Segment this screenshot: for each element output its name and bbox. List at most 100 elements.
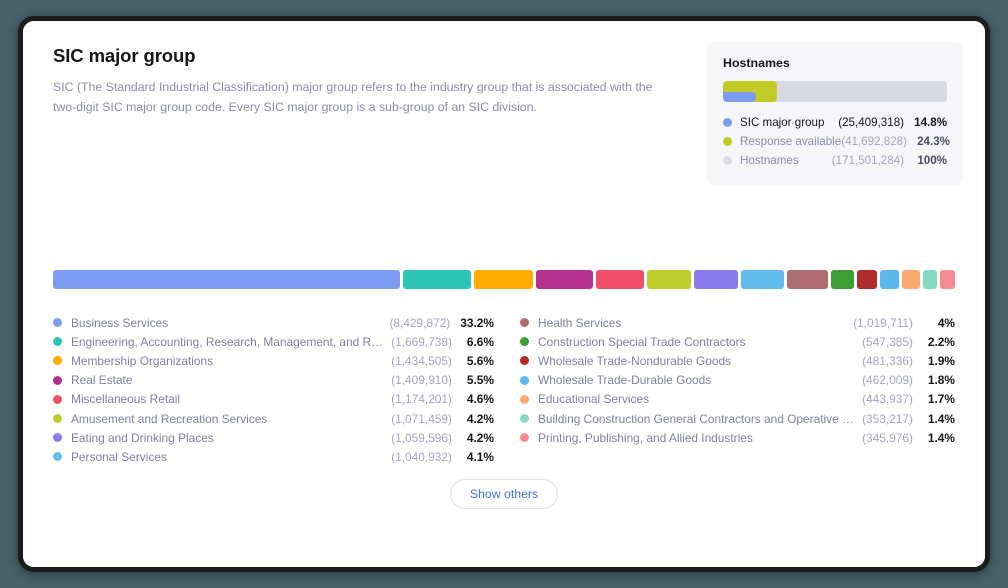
bar-segment[interactable]: [901, 270, 920, 289]
bar-segment[interactable]: [831, 270, 855, 289]
bar-segment[interactable]: [402, 270, 472, 289]
legend-count: (481,336): [862, 353, 913, 368]
bar-segment[interactable]: [857, 270, 878, 289]
legend-percent: 1.7%: [927, 392, 955, 407]
legend-percent: 4%: [937, 315, 955, 330]
hostnames-legend-percent: 100%: [917, 154, 947, 167]
legend-count: (1,434,505): [391, 353, 452, 368]
legend-row[interactable]: Real Estate (1,409,910) 5.5%: [53, 371, 494, 390]
legend-label: Membership Organizations: [71, 353, 214, 368]
legend-label: Wholesale Trade-Nondurable Goods: [538, 353, 732, 368]
legend-row[interactable]: Eating and Drinking Places (1,059,596) 4.2…: [53, 428, 494, 447]
bar-segment[interactable]: [694, 270, 738, 289]
hostnames-legend-label: Response available: [740, 135, 842, 148]
legend-count: (1,669,738): [391, 334, 452, 349]
legend-label: Personal Services: [71, 449, 167, 464]
legend-label: Health Services: [538, 315, 622, 330]
legend-count: (8,429,872): [389, 315, 451, 330]
legend-percent: 5.6%: [466, 353, 494, 368]
legend-row[interactable]: Amusement and Recreation Services (1,071,…: [53, 409, 494, 428]
hostnames-sic-major-group-bar: [723, 92, 757, 102]
bar-segment[interactable]: [940, 270, 955, 289]
bar-segment[interactable]: [740, 270, 784, 289]
legend-label: Real Estate: [71, 373, 133, 388]
legend-dot-icon: [53, 356, 62, 366]
legend-percent: 5.5%: [466, 373, 494, 388]
legend-label: Building Construction General Contractor…: [538, 411, 863, 426]
legend-row[interactable]: Personal Services (1,040,932) 4.1%: [53, 447, 494, 466]
hostnames-legend-count: (171,501,284): [831, 154, 904, 167]
bar-segment[interactable]: [53, 270, 400, 289]
hostnames-legend: SIC major group (25,409,318) 14.8% Response…: [723, 113, 950, 170]
hostnames-progress-track: [723, 81, 947, 102]
legend-count: (353,217): [862, 411, 913, 426]
legend-dot-icon: [53, 337, 62, 347]
legend-percent: 4.6%: [466, 392, 494, 407]
legend-row[interactable]: Health Services (1,019,711) 4%: [520, 313, 955, 332]
legend-label: Eating and Drinking Places: [71, 430, 214, 445]
legend-dot-icon: [53, 433, 62, 443]
legend-percent: 1.4%: [927, 411, 955, 426]
legend-percent: 1.8%: [927, 373, 955, 388]
legend-label: Printing, Publishing, and Allied Industr…: [538, 430, 753, 445]
legend-dot-icon: [520, 318, 529, 328]
legend-row[interactable]: Building Construction General Contractor…: [520, 409, 955, 428]
hostnames-panel: Hostnames SIC major group (25,409,318) 14.…: [707, 42, 963, 185]
legend-count: (1,040,932): [391, 449, 452, 464]
legend-count: (1,174,201): [391, 392, 452, 407]
hostnames-legend-row: Response available (41,692,828) 24.3%: [723, 132, 950, 151]
legend-count: (547,385): [862, 334, 913, 349]
sic-major-group-card: SIC major group SIC (The Standard Indust…: [23, 21, 985, 567]
bar-segment[interactable]: [596, 270, 645, 289]
legend-percent: 2.2%: [927, 334, 955, 349]
legend-percent: 4.1%: [466, 449, 494, 464]
legend-percent: 1.9%: [927, 353, 955, 368]
legend-count: (345,976): [862, 430, 913, 445]
legend-count: (462,009): [862, 373, 913, 388]
show-others-button[interactable]: Show others: [449, 479, 559, 509]
legend-row[interactable]: Printing, Publishing, and Allied Industr…: [520, 428, 955, 447]
legend-dot-icon: [520, 394, 529, 404]
legend-row[interactable]: Construction Special Trade Contractors (5…: [520, 332, 955, 351]
header: SIC major group SIC (The Standard Indust…: [53, 42, 963, 185]
bar-segment[interactable]: [880, 270, 899, 289]
legend-count: (1,059,596): [391, 430, 452, 445]
legend-dot-icon: [520, 337, 529, 347]
hostnames-legend-percent: 24.3%: [917, 135, 950, 148]
legend-row[interactable]: Engineering, Accounting, Research, Manag…: [53, 332, 494, 351]
bar-segment[interactable]: [922, 270, 938, 289]
legend-percent: 33.2%: [460, 315, 494, 330]
legend-label: Wholesale Trade-Durable Goods: [538, 373, 712, 388]
legend-column-right: Health Services (1,019,711) 4% Construction…: [504, 313, 955, 467]
hostnames-legend-count: (25,409,318): [838, 116, 904, 129]
legend-dot-icon: [520, 414, 529, 424]
legend-count: (1,019,711): [853, 315, 913, 330]
hostnames-legend-percent: 14.8%: [914, 116, 947, 129]
legend-row[interactable]: Business Services (8,429,872) 33.2%: [53, 313, 494, 332]
legend-label: Business Services: [71, 315, 169, 330]
legend-percent: 1.4%: [927, 430, 955, 445]
legend-count: (1,071,459): [391, 411, 452, 426]
legend-dot-icon: [53, 375, 62, 385]
hostnames-legend-label: Hostnames: [740, 154, 799, 167]
legend-dot-icon: [723, 137, 732, 146]
legend-dot-icon: [723, 156, 732, 165]
legend-row[interactable]: Miscellaneous Retail (1,174,201) 4.6%: [53, 390, 494, 409]
legend-row[interactable]: Wholesale Trade-Durable Goods (462,009) 1.…: [520, 371, 955, 390]
legend-dot-icon: [520, 433, 529, 443]
legend-row[interactable]: Wholesale Trade-Nondurable Goods (481,336…: [520, 351, 955, 370]
legend-row[interactable]: Membership Organizations (1,434,505) 5.6%: [53, 351, 494, 370]
legend-dot-icon: [53, 394, 62, 404]
hostnames-legend-count: (41,692,828): [841, 135, 907, 148]
legend-label: Educational Services: [538, 392, 650, 407]
bar-segment[interactable]: [474, 270, 533, 289]
legend-column-left: Business Services (8,429,872) 33.2% Enginee…: [53, 313, 504, 467]
legend-dot-icon: [53, 452, 62, 462]
legend-dot-icon: [53, 318, 62, 328]
bar-segment[interactable]: [535, 270, 594, 289]
legend-row[interactable]: Educational Services (443,937) 1.7%: [520, 390, 955, 409]
app-window: SIC major group SIC (The Standard Indust…: [18, 16, 990, 572]
bar-segment[interactable]: [647, 270, 692, 289]
bar-segment[interactable]: [786, 270, 829, 289]
legend-percent: 6.6%: [466, 334, 494, 349]
